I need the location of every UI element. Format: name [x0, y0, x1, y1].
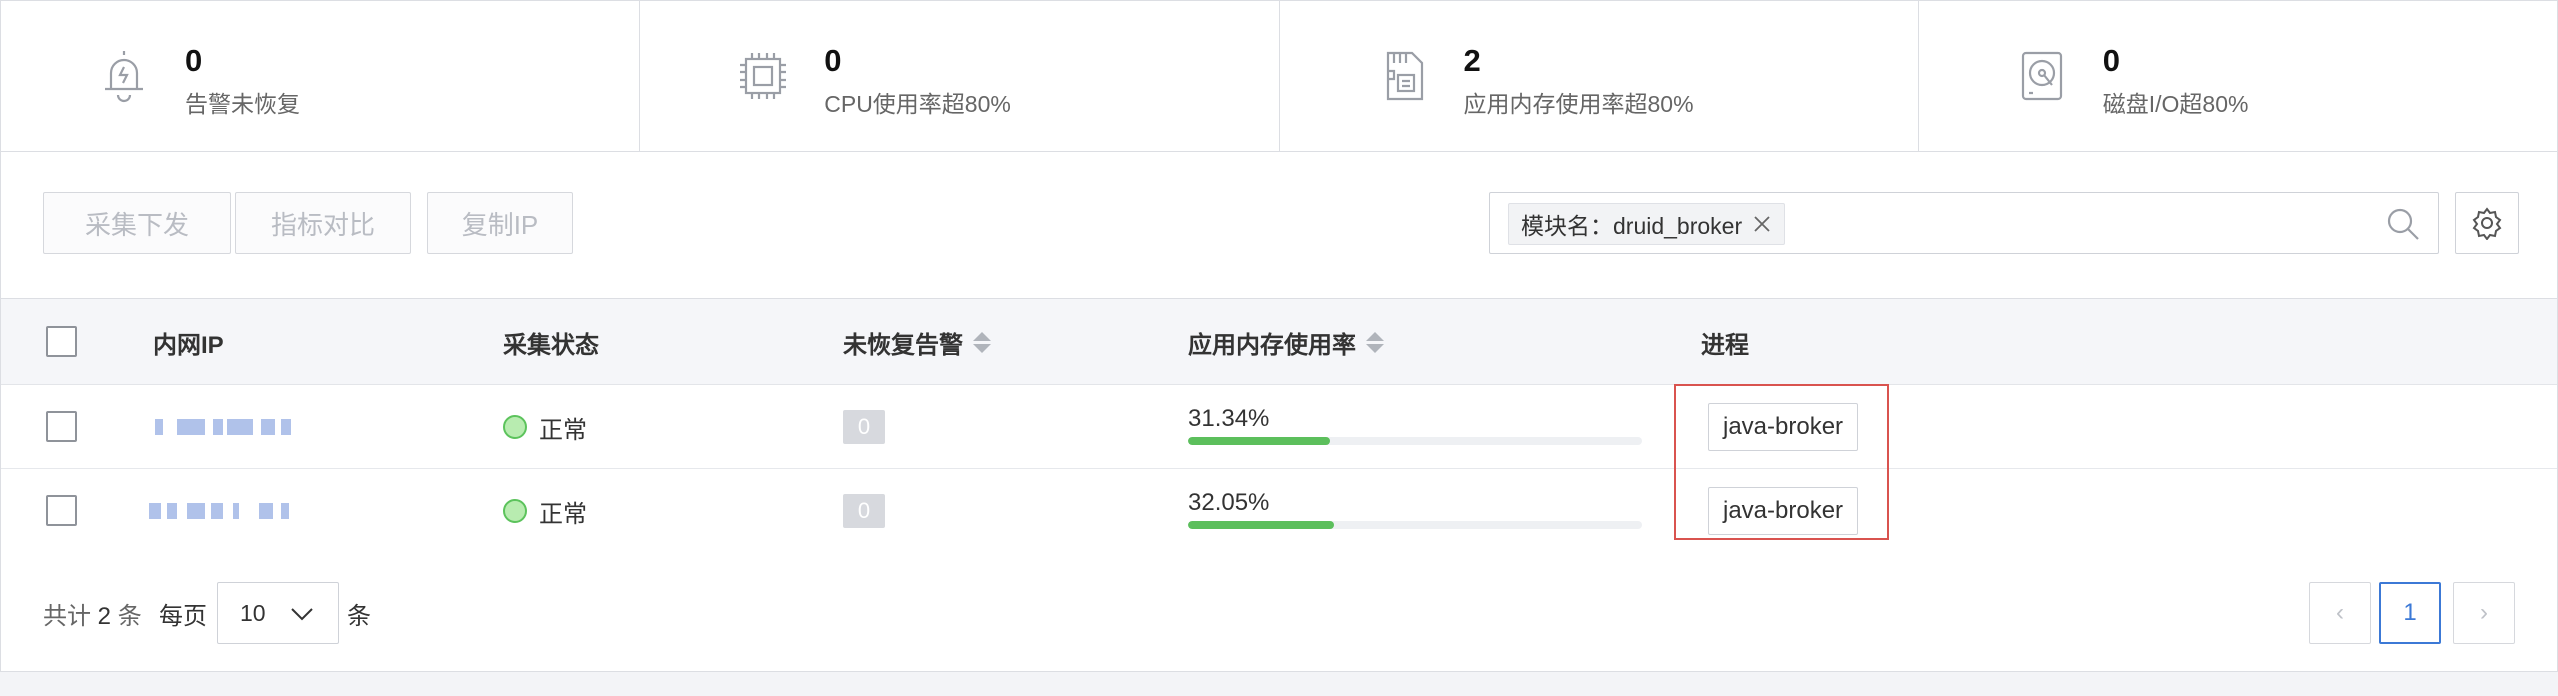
stat-memory-over-80[interactable]: 2 应用内存使用率超80%: [1280, 1, 1919, 151]
collect-dispatch-button[interactable]: 采集下发: [43, 192, 231, 254]
status-cell: 正常: [503, 469, 587, 553]
chevron-right-icon: ›: [2480, 599, 2488, 626]
process-tag[interactable]: java-broker: [1708, 403, 1859, 451]
alerts-cell: 0: [843, 469, 885, 553]
prev-page-button[interactable]: ‹: [2309, 582, 2371, 644]
column-header-memory[interactable]: 应用内存使用率: [1188, 299, 1384, 385]
column-header-alerts-label: 未恢复告警: [843, 331, 963, 359]
memory-usage-text: 31.34%: [1188, 405, 1270, 432]
filter-tag[interactable]: 模块名：druid_broker: [1508, 203, 1786, 245]
stat-cpu-over-80[interactable]: 0 CPU使用率超80%: [640, 1, 1280, 151]
search-icon[interactable]: [2386, 207, 2420, 241]
table-row: 正常 0 31.34% java-broker: [1, 385, 2557, 469]
status-text: 正常: [539, 500, 587, 528]
per-page-label: 每页: [159, 603, 207, 630]
memory-usage-fill: [1188, 521, 1334, 529]
column-header-ip: 内网IP: [153, 331, 224, 359]
memory-usage-bar: [1188, 521, 1642, 529]
per-page-unit: 条: [347, 603, 371, 630]
stat-label: 告警未恢复: [185, 91, 300, 117]
status-cell: 正常: [503, 385, 587, 469]
bell-alert-icon: [105, 51, 143, 103]
column-header-alerts[interactable]: 未恢复告警: [843, 299, 991, 385]
stat-unresolved-alerts[interactable]: 0 告警未恢复: [1, 1, 641, 151]
host-table: 内网IP 采集状态 未恢复告警 应用内存使用率 进程 正常 0 31.34% j…: [0, 298, 2558, 554]
page-size-select[interactable]: 10: [217, 582, 339, 644]
memory-usage-text: 32.05%: [1188, 489, 1270, 516]
table-row: 正常 0 32.05% java-broker: [1, 469, 2557, 553]
total-suffix: 条: [117, 603, 142, 630]
disk-drive-icon: [2021, 51, 2062, 101]
copy-ip-button[interactable]: 复制IP: [427, 192, 573, 254]
memory-usage-bar: [1188, 437, 1642, 445]
stat-disk-io-over-80[interactable]: 0 磁盘I/O超80%: [1919, 1, 2557, 151]
settings-button[interactable]: [2455, 192, 2519, 254]
next-page-button[interactable]: ›: [2453, 582, 2515, 644]
stats-bar: 0 告警未恢复 0 CPU使用率超80% 2 应用内存使用率超80% 0 磁盘I…: [0, 0, 2558, 152]
stat-label: 磁盘I/O超80%: [2102, 91, 2249, 117]
alert-count-badge[interactable]: 0: [843, 494, 885, 528]
total-number: 2: [97, 603, 112, 630]
chevron-down-icon: [291, 608, 313, 621]
status-text: 正常: [539, 416, 587, 444]
memory-usage-fill: [1188, 437, 1331, 445]
sort-icon[interactable]: [1366, 331, 1384, 353]
row-checkbox[interactable]: [46, 495, 77, 526]
stat-value: 0: [824, 43, 842, 78]
close-icon[interactable]: [1752, 214, 1772, 234]
chevron-left-icon: ‹: [2336, 599, 2344, 626]
column-header-process: 进程: [1701, 331, 1749, 359]
stat-label: 应用内存使用率超80%: [1463, 91, 1694, 117]
alert-count-badge[interactable]: 0: [843, 410, 885, 444]
select-all-checkbox[interactable]: [46, 326, 77, 357]
cpu-chip-icon: [740, 53, 787, 99]
pagination: 共计 2 条 每页 10 条 ‹ 1 ›: [0, 552, 2558, 672]
page-size-value: 10: [240, 599, 266, 626]
gear-icon: [2472, 207, 2502, 240]
status-ok-icon: [503, 415, 527, 439]
metric-compare-button[interactable]: 指标对比: [235, 192, 411, 254]
memory-card-icon: [1386, 51, 1423, 101]
sort-icon[interactable]: [973, 331, 991, 353]
filter-tag-label: 模块名：druid_broker: [1521, 213, 1743, 239]
stat-value: 0: [185, 43, 203, 78]
ip-address-redacted[interactable]: [149, 503, 299, 519]
total-prefix: 共计: [43, 603, 91, 630]
stat-value: 2: [1463, 43, 1481, 78]
row-checkbox[interactable]: [46, 411, 77, 442]
column-header-memory-label: 应用内存使用率: [1188, 331, 1356, 359]
process-tag[interactable]: java-broker: [1708, 487, 1859, 535]
ip-address-redacted[interactable]: [149, 419, 299, 435]
column-header-status: 采集状态: [503, 331, 599, 359]
status-ok-icon: [503, 499, 527, 523]
stat-label: CPU使用率超80%: [824, 91, 1011, 117]
total-count: 共计 2 条: [43, 596, 142, 631]
toolbar: 采集下发 指标对比 复制IP 模块名：druid_broker: [0, 152, 2558, 298]
stat-value: 0: [2102, 43, 2120, 78]
table-header: 内网IP 采集状态 未恢复告警 应用内存使用率 进程: [1, 299, 2557, 385]
alerts-cell: 0: [843, 385, 885, 469]
search-input[interactable]: 模块名：druid_broker: [1489, 192, 2439, 254]
page-1-button[interactable]: 1: [2379, 582, 2441, 644]
